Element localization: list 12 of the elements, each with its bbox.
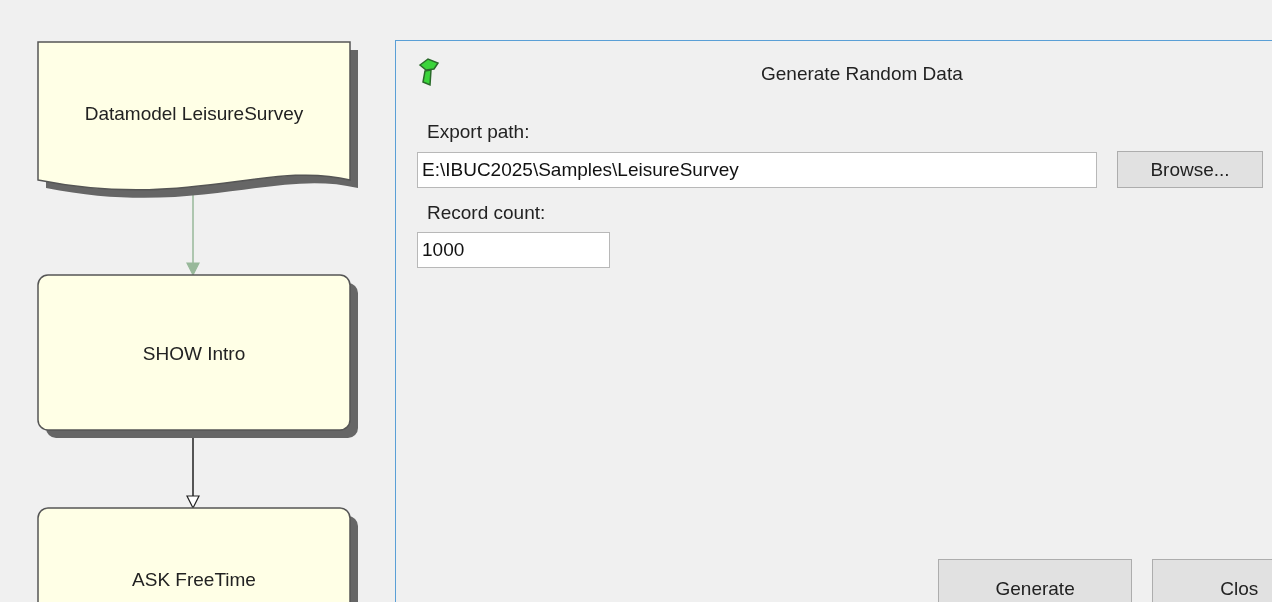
text-field[interactable]: E:\IBUC2025\Samples\LeisureSurvey bbox=[417, 151, 1097, 188]
app-icon bbox=[417, 58, 441, 88]
node-label: SHOW Intro bbox=[142, 342, 246, 364]
node-label: Datamodel LeisureSurvey bbox=[84, 103, 304, 124]
generate-button[interactable]: Generate bbox=[938, 559, 1133, 602]
browse-button[interactable]: Browse... bbox=[1117, 151, 1263, 188]
window-title: Generate Random Data bbox=[761, 63, 963, 85]
field-label: Export path: bbox=[426, 121, 530, 143]
field-label: Record count: bbox=[426, 202, 546, 224]
text-field[interactable]: 1000 bbox=[417, 232, 610, 268]
node-label: ASK FreeTime bbox=[132, 569, 256, 590]
close-button[interactable]: Clos bbox=[1152, 559, 1272, 602]
